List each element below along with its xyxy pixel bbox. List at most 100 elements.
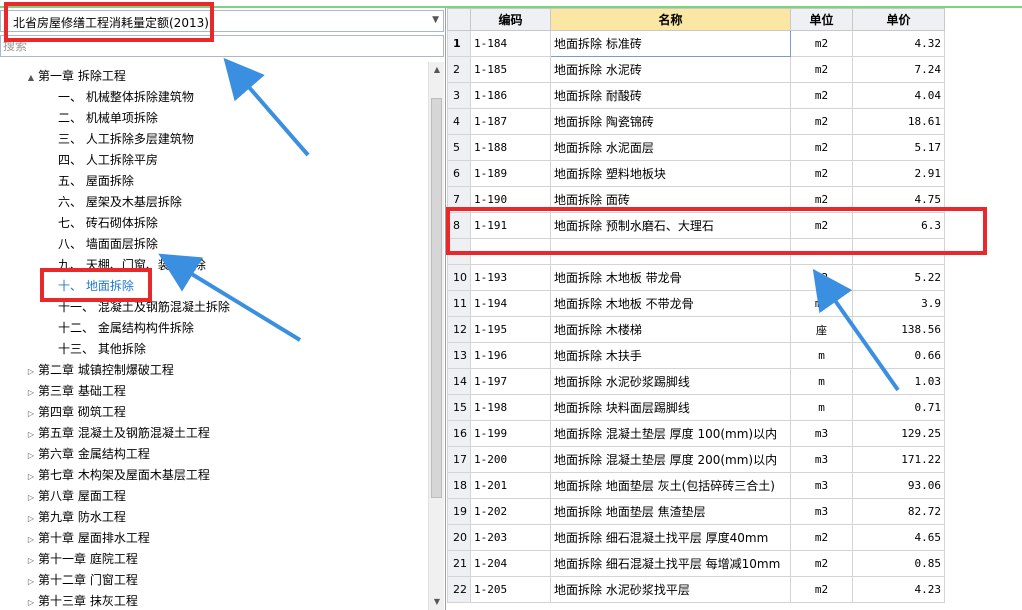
tree-node[interactable]: 四、 人工拆除平房 — [58, 150, 158, 171]
collapsed-triangle-icon[interactable]: ▷ — [24, 424, 38, 445]
cell-unit[interactable]: m2 — [790, 134, 853, 161]
cell-name[interactable]: 地面拆除 木地板 不带龙骨 — [550, 290, 791, 317]
cell-price[interactable]: 4.75 — [852, 186, 945, 213]
cell-name[interactable]: 地面拆除 地面垫层 焦渣垫层 — [550, 498, 791, 525]
grid-row[interactable]: 1 1-184 地面拆除 标准砖 m2 4.32 — [447, 30, 945, 57]
cell-price[interactable]: 0.66 — [852, 342, 945, 369]
collapsed-triangle-icon[interactable]: ▷ — [24, 508, 38, 529]
grid-row[interactable]: 13 1-196 地面拆除 木扶手 m 0.66 — [447, 342, 945, 369]
tree-node[interactable]: 五、 屋面拆除 — [58, 171, 134, 192]
cell-unit[interactable]: m2 — [790, 550, 853, 577]
cell-name[interactable]: 地面拆除 木地板 带龙骨 — [550, 264, 791, 291]
cell-unit[interactable]: m2 — [790, 186, 853, 213]
grid-row[interactable]: 21 1-204 地面拆除 细石混凝土找平层 每增减10mm m2 0.85 — [447, 550, 945, 577]
row-number[interactable]: 22 — [447, 576, 471, 603]
collapsed-triangle-icon[interactable]: ▷ — [24, 571, 38, 592]
cell-unit[interactable]: m2 — [790, 576, 853, 603]
cell-unit[interactable]: m2 — [790, 212, 853, 239]
cell-unit[interactable]: m3 — [790, 420, 853, 447]
row-number[interactable]: 2 — [447, 56, 471, 83]
cell-price[interactable]: 4.23 — [852, 576, 945, 603]
cell-unit[interactable]: m — [790, 394, 853, 421]
tree-node[interactable]: ▷ 第五章 混凝土及钢筋混凝土工程 — [24, 423, 210, 444]
cell-unit[interactable]: m2 — [790, 264, 853, 291]
scrollbar-thumb[interactable] — [431, 98, 442, 498]
cell-code[interactable]: 1-203 — [470, 524, 551, 551]
tree-node[interactable]: 三、 人工拆除多层建筑物 — [58, 129, 194, 150]
collapsed-triangle-icon[interactable]: ▷ — [24, 487, 38, 508]
grid-row[interactable]: 20 1-203 地面拆除 细石混凝土找平层 厚度40mm m2 4.65 — [447, 524, 945, 551]
collapsed-triangle-icon[interactable]: ▷ — [24, 382, 38, 403]
grid-row[interactable]: 8 1-191 地面拆除 预制水磨石、大理石 m2 6.3 — [447, 212, 945, 239]
cell-name[interactable]: 地面拆除 面砖 — [550, 186, 791, 213]
grid-row[interactable]: 11 1-194 地面拆除 木地板 不带龙骨 m2 3.9 — [447, 290, 945, 317]
cell-code[interactable]: 1-184 — [470, 30, 551, 57]
grid-row[interactable]: 22 1-205 地面拆除 水泥砂浆找平层 m2 4.23 — [447, 576, 945, 603]
row-number[interactable]: 21 — [447, 550, 471, 577]
cell-price[interactable]: 5.17 — [852, 134, 945, 161]
cell-code[interactable]: 1-191 — [470, 212, 551, 239]
cell-unit[interactable]: m2 — [790, 30, 853, 57]
cell-price[interactable]: 1.03 — [852, 368, 945, 395]
tree-node[interactable]: ▷ 第十一章 庭院工程 — [24, 549, 138, 570]
row-number[interactable]: 3 — [447, 82, 471, 109]
tree-node[interactable]: 六、 屋架及木基层拆除 — [58, 192, 182, 213]
cell-name[interactable]: 地面拆除 木扶手 — [550, 342, 791, 369]
cell-price[interactable]: 4.04 — [852, 82, 945, 109]
row-number[interactable]: 1 — [447, 30, 471, 57]
row-number[interactable]: 15 — [447, 394, 471, 421]
cell-unit[interactable]: m — [790, 342, 853, 369]
tree-node[interactable]: ▷ 第四章 砌筑工程 — [24, 402, 126, 423]
cell-name[interactable]: 地面拆除 细石混凝土找平层 厚度40mm — [550, 524, 791, 551]
cell-code[interactable]: 1-193 — [470, 264, 551, 291]
row-number[interactable]: 4 — [447, 108, 471, 135]
cell-name[interactable]: 地面拆除 木楼梯 — [550, 316, 791, 343]
cell-unit[interactable] — [790, 238, 853, 265]
cell-code[interactable]: 1-204 — [470, 550, 551, 577]
cell-code[interactable]: 1-188 — [470, 134, 551, 161]
scroll-down-icon[interactable]: ▼ — [429, 594, 445, 610]
collapsed-triangle-icon[interactable]: ▷ — [24, 466, 38, 487]
grid-row[interactable]: 6 1-189 地面拆除 塑料地板块 m2 2.91 — [447, 160, 945, 187]
row-number[interactable]: 16 — [447, 420, 471, 447]
tree-node[interactable]: 二、 机械单项拆除 — [58, 108, 158, 129]
cell-code[interactable]: 1-199 — [470, 420, 551, 447]
cell-name[interactable]: 地面拆除 耐酸砖 — [550, 82, 791, 109]
tree-node[interactable]: ▷ 第九章 防水工程 — [24, 507, 126, 528]
cell-code[interactable]: 1-189 — [470, 160, 551, 187]
grid-row[interactable]: 19 1-202 地面拆除 地面垫层 焦渣垫层 m3 82.72 — [447, 498, 945, 525]
cell-price[interactable]: 4.32 — [852, 30, 945, 57]
cell-name[interactable]: 地面拆除 预制水磨石、大理石 — [550, 212, 791, 239]
grid-row[interactable]: 10 1-193 地面拆除 木地板 带龙骨 m2 5.22 — [447, 264, 945, 291]
cell-unit[interactable]: m2 — [790, 524, 853, 551]
header-code[interactable]: 编码 — [470, 8, 551, 31]
row-number[interactable]: 12 — [447, 316, 471, 343]
collapsed-triangle-icon[interactable]: ▷ — [24, 361, 38, 382]
row-number[interactable]: 19 — [447, 498, 471, 525]
quota-library-select[interactable]: 北省房屋修缮工程消耗量定额(2013) ▼ — [0, 10, 444, 32]
cell-price[interactable]: 7.24 — [852, 56, 945, 83]
cell-price[interactable] — [852, 238, 945, 265]
row-number[interactable] — [447, 238, 471, 265]
cell-unit[interactable]: 座 — [790, 316, 853, 343]
tree-node[interactable]: ▷ 第十二章 门窗工程 — [24, 570, 138, 591]
collapsed-triangle-icon[interactable]: ▷ — [24, 550, 38, 571]
cell-unit[interactable]: m2 — [790, 56, 853, 83]
grid-row[interactable]: 15 1-198 地面拆除 块料面层踢脚线 m 0.71 — [447, 394, 945, 421]
tree-node[interactable]: ▷ 第八章 屋面工程 — [24, 486, 126, 507]
tree-scrollbar[interactable]: ▲ ▼ — [428, 62, 444, 610]
cell-name[interactable]: 地面拆除 水泥砂浆找平层 — [550, 576, 791, 603]
cell-unit[interactable]: m2 — [790, 108, 853, 135]
tree-node[interactable]: ▷ 第六章 金属结构工程 — [24, 444, 150, 465]
cell-unit[interactable]: m2 — [790, 160, 853, 187]
row-number[interactable]: 7 — [447, 186, 471, 213]
cell-name[interactable]: 地面拆除 陶瓷锦砖 — [550, 108, 791, 135]
cell-code[interactable]: 1-202 — [470, 498, 551, 525]
cell-price[interactable]: 171.22 — [852, 446, 945, 473]
cell-price[interactable]: 82.72 — [852, 498, 945, 525]
cell-code[interactable]: 1-201 — [470, 472, 551, 499]
cell-unit[interactable]: m2 — [790, 290, 853, 317]
cell-price[interactable]: 0.85 — [852, 550, 945, 577]
tree-node[interactable]: ▷ 第三章 基础工程 — [24, 381, 126, 402]
grid-row[interactable]: 12 1-195 地面拆除 木楼梯座 138.56 — [447, 316, 945, 343]
